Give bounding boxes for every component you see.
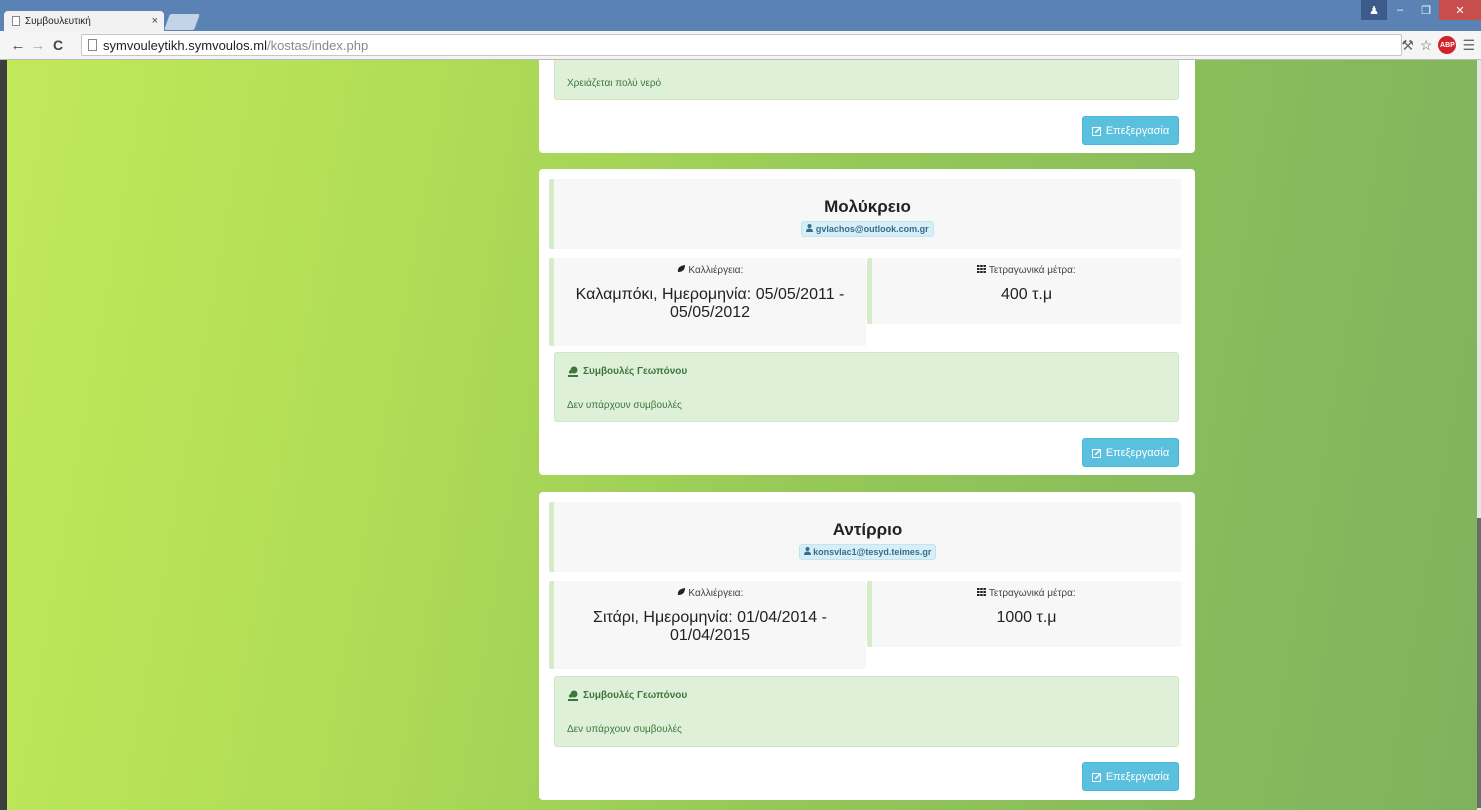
area-info: Τετραγωνικά μέτρα: 1000 τ.μ	[867, 581, 1181, 647]
advice-text: Χρειάζεται πολύ νερό	[567, 78, 662, 89]
address-bar[interactable]: symvouleytikh.symvoulos.ml /kostas/index…	[81, 34, 1402, 56]
profile-icon[interactable]: ♟	[1361, 0, 1387, 20]
leaf-icon	[677, 265, 685, 272]
field-header: Αντίρριο konsvlac1@tesyd.teimes.gr	[549, 502, 1181, 572]
toolbar-actions: ⚒ ☆ ABP ☰	[1401, 36, 1475, 54]
crop-value: Σιτάρι, Ημερομηνία: 01/04/2014 - 01/04/2…	[593, 609, 827, 644]
forward-button[interactable]: →	[28, 37, 48, 54]
new-tab-button[interactable]	[164, 14, 200, 30]
edit-button-label: Επεξεργασία	[1105, 446, 1170, 459]
page-icon	[88, 39, 97, 51]
edit-button-label: Επεξεργασία	[1105, 124, 1170, 137]
grid-icon	[977, 588, 987, 596]
advisor-icon	[568, 366, 578, 377]
crop-value: Καλαμπόκι, Ημερομηνία: 05/05/2011 - 05/0…	[575, 286, 845, 321]
scrollbar-thumb[interactable]	[1477, 518, 1481, 808]
field-card: Χρειάζεται πολύ νερό Επεξεργασία	[539, 60, 1195, 153]
crop-info: Καλλιέργεια: Σιτάρι, Ημερομηνία: 01/04/2…	[549, 581, 866, 669]
browser-tab[interactable]: Συμβουλευτική ×	[4, 11, 164, 31]
menu-icon[interactable]: ☰	[1462, 37, 1475, 54]
url-path: /kostas/index.php	[267, 37, 369, 53]
advice-text: Δεν υπάρχουν συμβουλές	[567, 400, 682, 411]
tab-close-icon[interactable]: ×	[152, 15, 158, 27]
field-name: Αντίρριο	[832, 520, 903, 539]
browser-toolbar: ← → C symvouleytikh.symvoulos.ml /kostas…	[0, 31, 1481, 60]
advice-title: Συμβουλές Γεωπόνου	[567, 690, 687, 701]
tab-title: Συμβουλευτική	[25, 15, 91, 27]
grid-icon	[977, 265, 987, 273]
reload-button[interactable]: C	[48, 37, 68, 53]
restore-icon[interactable]: ❐	[1413, 0, 1439, 20]
edit-button[interactable]: Επεξεργασία	[1082, 762, 1179, 791]
field-card: Μολύκρειο gvlachos@outlook.com.gr Καλλιέ…	[539, 169, 1195, 475]
page-scrollbar[interactable]	[1477, 60, 1481, 810]
area-info: Τετραγωνικά μέτρα: 400 τ.μ	[867, 258, 1181, 324]
back-button[interactable]: ←	[8, 37, 28, 54]
advice-panel: Συμβουλές Γεωπόνου Δεν υπάρχουν συμβουλέ…	[554, 676, 1179, 747]
owner-email-badge[interactable]: konsvlac1@tesyd.teimes.gr	[798, 544, 937, 560]
window-controls: ♟ – ❐ ✕	[1361, 0, 1481, 20]
crop-info: Καλλιέργεια: Καλαμπόκι, Ημερομηνία: 05/0…	[549, 258, 866, 346]
pencil-square-icon	[1091, 772, 1101, 782]
close-window-icon[interactable]: ✕	[1439, 0, 1481, 20]
advice-text: Δεν υπάρχουν συμβουλές	[567, 724, 682, 735]
area-label: Τετραγωνικά μέτρα:	[872, 265, 1181, 276]
field-name: Μολύκρειο	[824, 197, 911, 216]
edit-button[interactable]: Επεξεργασία	[1082, 438, 1179, 467]
url-host: symvouleytikh.symvoulos.ml	[103, 37, 267, 53]
area-label: Τετραγωνικά μέτρα:	[872, 588, 1181, 599]
crop-label: Καλλιέργεια:	[554, 265, 866, 276]
user-icon	[806, 224, 814, 232]
area-value: 1000 τ.μ	[996, 609, 1057, 626]
user-icon	[803, 547, 811, 555]
advice-title: Συμβουλές Γεωπόνου	[567, 366, 687, 377]
window-edge	[0, 60, 7, 810]
page-icon	[12, 16, 20, 26]
adblock-icon[interactable]: ABP	[1438, 36, 1457, 54]
advisor-icon	[568, 690, 578, 701]
edit-button[interactable]: Επεξεργασία	[1082, 116, 1179, 145]
extension-icon[interactable]: ⚒	[1401, 37, 1414, 54]
owner-email: gvlachos@outlook.com.gr	[815, 224, 929, 234]
minimize-icon[interactable]: –	[1387, 0, 1413, 20]
owner-email: konsvlac1@tesyd.teimes.gr	[813, 547, 932, 557]
advice-panel: Χρειάζεται πολύ νερό	[554, 60, 1179, 100]
pencil-square-icon	[1091, 126, 1101, 136]
owner-email-badge[interactable]: gvlachos@outlook.com.gr	[801, 221, 934, 237]
advice-panel: Συμβουλές Γεωπόνου Δεν υπάρχουν συμβουλέ…	[554, 352, 1179, 422]
crop-label: Καλλιέργεια:	[554, 588, 866, 599]
browser-tabstrip: Συμβουλευτική × ♟ – ❐ ✕	[0, 0, 1481, 31]
page-viewport: Χρειάζεται πολύ νερό Επεξεργασία Μολύκρε…	[0, 60, 1481, 810]
leaf-icon	[677, 588, 685, 595]
field-card: Αντίρριο konsvlac1@tesyd.teimes.gr Καλλι…	[539, 492, 1195, 800]
bookmark-star-icon[interactable]: ☆	[1420, 37, 1433, 54]
area-value: 400 τ.μ	[1000, 286, 1053, 303]
edit-button-label: Επεξεργασία	[1105, 770, 1170, 783]
field-header: Μολύκρειο gvlachos@outlook.com.gr	[549, 179, 1181, 249]
pencil-square-icon	[1091, 448, 1101, 458]
